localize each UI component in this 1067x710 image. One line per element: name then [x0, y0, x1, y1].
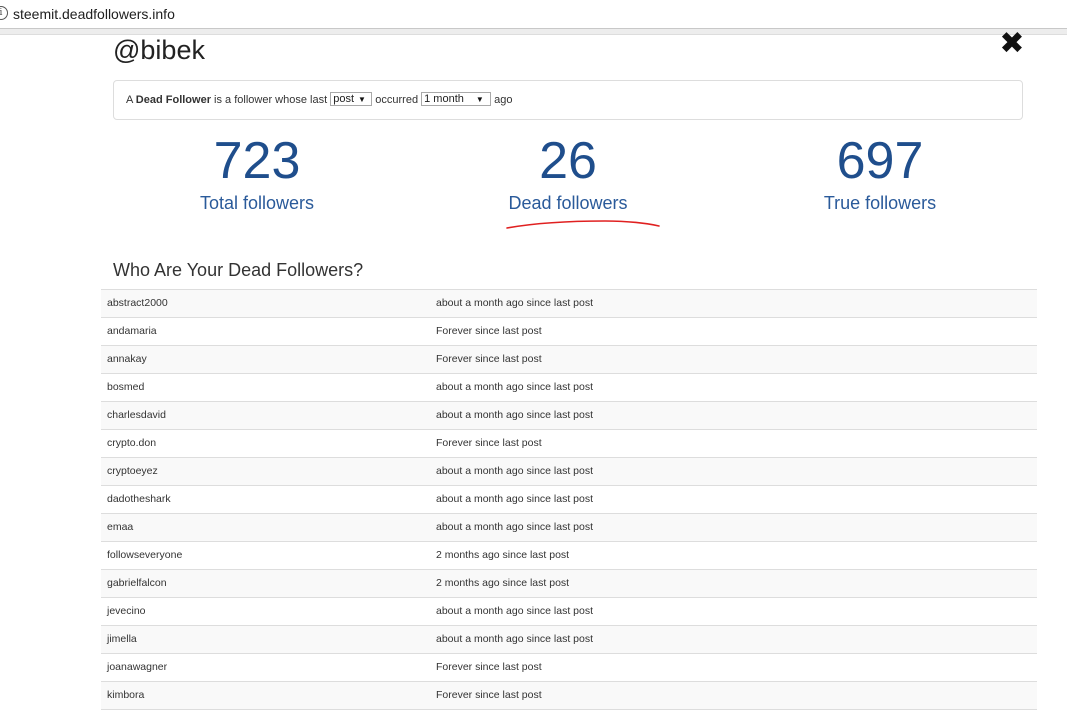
table-row: annakay Forever since last post — [101, 346, 1037, 374]
table-row: bosmed about a month ago since last post — [101, 374, 1037, 402]
definition-middle1: is a follower whose last — [210, 94, 331, 106]
last-post-status: Forever since last post — [436, 437, 542, 449]
table-row: dadotheshark about a month ago since last… — [101, 486, 1037, 514]
last-post-status: about a month ago since last post — [436, 493, 594, 505]
last-post-status: about a month ago since last post — [436, 633, 594, 645]
table-row: cryptoeyez about a month ago since last p… — [101, 458, 1037, 486]
last-post-status: about a month ago since last post — [436, 381, 594, 393]
browser-address-bar[interactable]: i steemit.deadfollowers.info — [0, 0, 1067, 29]
period-select[interactable]: 1 month ▼ — [421, 92, 492, 107]
follower-name: annakay — [107, 353, 147, 365]
definition-panel: A Dead Follower is a follower whose last… — [113, 80, 1023, 120]
follower-name: bosmed — [107, 381, 145, 393]
last-post-status: Forever since last post — [436, 325, 542, 337]
table-row: andamaria Forever since last post — [101, 318, 1037, 346]
follower-name: andamaria — [107, 325, 157, 337]
true-followers-stat: 697 True followers — [730, 130, 1030, 214]
table-row: kimbora Forever since last post — [101, 682, 1037, 710]
follower-name: charlesdavid — [107, 409, 166, 421]
last-post-status: about a month ago since last post — [436, 521, 594, 533]
definition-middle2: occurred — [372, 94, 422, 106]
account-handle: @bibek — [113, 35, 205, 65]
definition-term: Dead Follower — [135, 94, 211, 106]
total-followers-label: Total followers — [199, 193, 315, 213]
dropdown-arrow-icon: ▼ — [475, 95, 484, 105]
follower-name: followseveryone — [107, 549, 183, 561]
activity-select-value: post — [333, 93, 354, 106]
total-followers-stat: 723 Total followers — [107, 130, 407, 214]
follower-name: joanawagner — [107, 661, 168, 673]
total-followers-count: 723 — [213, 132, 301, 190]
follower-name: gabrielfalcon — [107, 577, 167, 589]
url-text[interactable]: steemit.deadfollowers.info — [13, 6, 175, 22]
true-followers-count: 697 — [836, 132, 924, 190]
dead-followers-table: abstract2000 about a month ago since last… — [101, 289, 1037, 710]
follower-name: emaa — [107, 521, 134, 533]
period-select-value: 1 month — [424, 93, 464, 106]
last-post-status: about a month ago since last post — [436, 297, 594, 309]
table-row: jevecino about a month ago since last pos… — [101, 598, 1037, 626]
followers-modal: @bibek ✖ A Dead Follower is a follower w… — [0, 29, 1067, 710]
last-post-status: 2 months ago since last post — [436, 577, 570, 589]
follower-name: crypto.don — [107, 437, 157, 449]
table-row: jimella about a month ago since last post — [101, 626, 1037, 654]
table-row: charlesdavid about a month ago since last… — [101, 402, 1037, 430]
dead-followers-heading: Who Are Your Dead Followers? — [113, 260, 364, 280]
table-row: emaa about a month ago since last post — [101, 514, 1037, 542]
follower-name: kimbora — [107, 689, 145, 701]
last-post-status: Forever since last post — [436, 353, 542, 365]
last-post-status: 2 months ago since last post — [436, 549, 570, 561]
follower-name: abstract2000 — [107, 297, 168, 309]
dead-followers-count: 26 — [539, 132, 597, 190]
last-post-status: about a month ago since last post — [436, 409, 594, 421]
last-post-status: about a month ago since last post — [436, 605, 594, 617]
follower-name: cryptoeyez — [107, 465, 158, 477]
dead-followers-stat: 26 Dead followers — [418, 130, 718, 214]
table-row: joanawagner Forever since last post — [101, 654, 1037, 682]
last-post-status: Forever since last post — [436, 661, 542, 673]
last-post-status: about a month ago since last post — [436, 465, 594, 477]
dropdown-arrow-icon: ▼ — [358, 95, 366, 105]
table-row: followseveryone 2 months ago since last p… — [101, 542, 1037, 570]
table-row: gabrielfalcon 2 months ago since last pos… — [101, 570, 1037, 598]
info-icon[interactable]: i — [0, 6, 8, 20]
follower-name: jevecino — [107, 605, 146, 617]
definition-suffix: ago — [491, 94, 513, 106]
table-row: abstract2000 about a month ago since last… — [101, 290, 1037, 318]
close-icon[interactable]: ✖ — [998, 29, 1026, 59]
definition-prefix: A — [126, 94, 136, 106]
true-followers-label: True followers — [823, 193, 937, 213]
table-row: crypto.don Forever since last post — [101, 430, 1037, 458]
follower-name: jimella — [107, 633, 137, 645]
red-underline-annotation — [506, 220, 660, 229]
last-post-status: Forever since last post — [436, 689, 542, 701]
activity-select[interactable]: post ▼ — [330, 92, 373, 107]
follower-name: dadotheshark — [107, 493, 171, 505]
dead-followers-label: Dead followers — [508, 193, 628, 213]
